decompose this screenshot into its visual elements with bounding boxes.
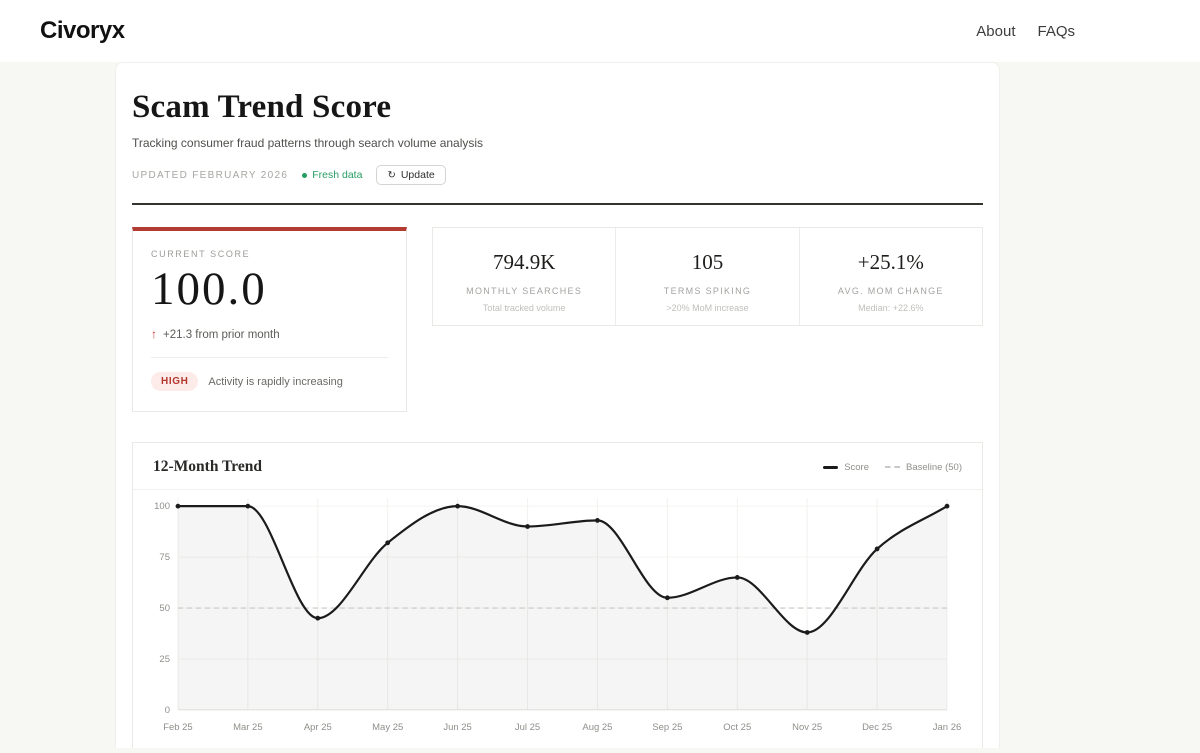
svg-text:50: 50 [159,603,170,614]
stat-value: +25.1% [800,250,982,275]
meta-row: UPDATED FEBRUARY 2026 Fresh data ↻ Updat… [132,165,983,185]
nav-link-about[interactable]: About [976,23,1015,40]
legend-item-score: Score [823,462,869,473]
legend-item-baseline: Baseline (50) [885,462,962,473]
baseline-dash-swatch-icon [885,466,900,468]
page-title: Scam Trend Score [132,89,983,126]
current-score-value: 100.0 [151,265,388,314]
current-score-label: CURRENT SCORE [151,249,388,259]
svg-text:Nov 25: Nov 25 [792,722,822,733]
svg-text:25: 25 [159,654,170,665]
refresh-icon: ↻ [387,170,395,181]
update-button[interactable]: ↻ Update [376,165,445,185]
score-line-swatch-icon [823,466,838,469]
svg-text:Mar 25: Mar 25 [233,722,262,733]
svg-text:Jun 25: Jun 25 [443,722,471,733]
svg-text:0: 0 [165,705,170,716]
nav-link-faqs[interactable]: FAQs [1037,23,1075,40]
svg-text:75: 75 [159,552,170,563]
stat-label: AVG. MOM CHANGE [800,286,982,296]
svg-text:Jan 26: Jan 26 [933,722,961,733]
updated-label: UPDATED FEBRUARY 2026 [132,170,288,181]
stat-mom-change: +25.1% AVG. MOM CHANGE Median: +22.6% [799,228,982,325]
svg-text:Jul 25: Jul 25 [515,722,540,733]
stat-value: 794.9K [433,250,615,275]
legend-label: Score [844,462,869,473]
chart-title: 12-Month Trend [153,458,262,476]
svg-text:Dec 25: Dec 25 [862,722,892,733]
svg-text:Sep 25: Sep 25 [652,722,682,733]
chart-header: 12-Month Trend Score Baseline (50) [133,443,982,490]
trend-chart: 0 25 50 75 100 Feb 25 Mar 25 Apr 25 May 25 Jun 25… [147,492,968,744]
stat-label: TERMS SPIKING [616,286,798,296]
severity-badge: HIGH [151,372,198,391]
content-panel: Scam Trend Score Tracking consumer fraud… [115,62,1000,748]
trend-chart-card: 12-Month Trend Score Baseline (50) 0 25 50… [132,442,983,748]
brand-logo[interactable]: Civoryx [40,17,125,45]
main-nav: About FAQs [976,23,1075,40]
stat-value: 105 [616,250,798,275]
stat-terms-spiking: 105 TERMS SPIKING >20% MoM increase [615,228,798,325]
chart-body: 0 25 50 75 100 Feb 25 Mar 25 Apr 25 May 25 Jun 25… [133,490,982,748]
svg-text:Feb 25: Feb 25 [163,722,192,733]
up-arrow-icon: ↑ [151,327,157,341]
stats-card: 794.9K MONTHLY SEARCHES Total tracked vo… [432,227,983,326]
current-score-card: CURRENT SCORE 100.0 ↑ +21.3 from prior mo… [132,227,407,412]
severity-row: HIGH Activity is rapidly increasing [151,372,388,391]
stat-sublabel: >20% MoM increase [616,303,798,313]
section-divider [132,203,983,205]
top-bar: Civoryx About FAQs [0,0,1200,62]
fresh-data-badge: Fresh data [302,169,362,181]
svg-text:Oct 25: Oct 25 [723,722,751,733]
update-button-label: Update [401,169,435,181]
svg-text:Apr 25: Apr 25 [304,722,332,733]
score-delta: ↑ +21.3 from prior month [151,327,388,341]
chart-legend: Score Baseline (50) [823,462,962,473]
svg-text:100: 100 [154,501,170,512]
stat-sublabel: Median: +22.6% [800,303,982,313]
stat-monthly-searches: 794.9K MONTHLY SEARCHES Total tracked vo… [433,228,615,325]
severity-description: Activity is rapidly increasing [208,376,343,388]
page-subtitle: Tracking consumer fraud patterns through… [132,136,983,150]
summary-row: CURRENT SCORE 100.0 ↑ +21.3 from prior mo… [132,227,983,412]
svg-text:May 25: May 25 [372,722,403,733]
fresh-data-label: Fresh data [312,169,362,181]
stat-sublabel: Total tracked volume [433,303,615,313]
stat-label: MONTHLY SEARCHES [433,286,615,296]
fresh-dot-icon [302,173,307,178]
legend-label: Baseline (50) [906,462,962,473]
svg-text:Aug 25: Aug 25 [582,722,612,733]
score-card-divider [151,357,388,358]
delta-text: +21.3 from prior month [163,329,280,341]
